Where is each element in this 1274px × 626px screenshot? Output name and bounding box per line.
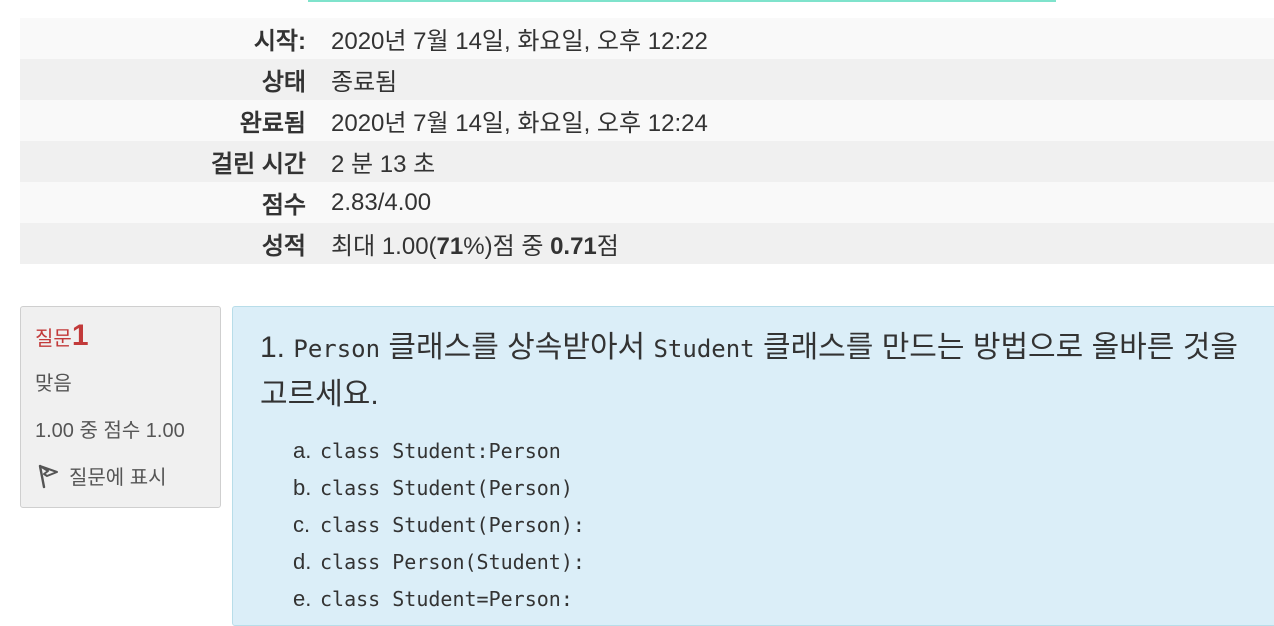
answer-option-b[interactable]: b. class Student(Person) (293, 469, 1264, 506)
question-text: 1. Person 클래스를 상속받아서 Student 클래스를 만드는 방법… (260, 325, 1250, 418)
question-info-panel: 질문1 맞음 1.00 중 점수 1.00 질문에 표시 (20, 306, 221, 508)
summary-label: 시작: (20, 18, 319, 59)
summary-label: 걸린 시간 (20, 141, 319, 182)
attempt-summary-table: 시작: 2020년 7월 14일, 화요일, 오후 12:22 상태 종료됨 완… (20, 18, 1274, 264)
summary-row-time-taken: 걸린 시간 2 분 13 초 (20, 141, 1274, 182)
summary-row-grade: 성적 최대 1.00(71%)점 중 0.71점 (20, 223, 1274, 264)
grade-suffix: 점 (596, 233, 619, 260)
question-code-person: Person (293, 335, 381, 363)
answer-letter: b. (293, 474, 312, 500)
answer-code: class Person(Student): (320, 549, 585, 574)
question-number-value: 1 (71, 319, 89, 352)
question-text-part: 클래스를 상속받아서 (380, 331, 654, 364)
answer-letter: c. (293, 511, 311, 537)
flag-icon (38, 464, 58, 488)
answer-option-c[interactable]: c. class Student(Person): (293, 506, 1264, 543)
question-state: 맞음 (35, 373, 72, 395)
summary-value: 2.83/4.00 (319, 182, 1274, 223)
grade-score: 0.71 (550, 233, 597, 260)
summary-row-started: 시작: 2020년 7월 14일, 화요일, 오후 12:22 (20, 18, 1274, 59)
flag-label: 질문에 표시 (69, 467, 167, 489)
question-code-student: Student (653, 335, 755, 363)
answer-code: class Student=Person: (320, 586, 573, 611)
answer-option-e[interactable]: e. class Student=Person: (293, 580, 1264, 617)
answer-option-d[interactable]: d. class Person(Student): (293, 543, 1264, 580)
summary-label: 점수 (20, 182, 319, 223)
grade-percent: 71 (436, 233, 464, 260)
summary-row-completed: 완료됨 2020년 7월 14일, 화요일, 오후 12:24 (20, 100, 1274, 141)
summary-value: 최대 1.00(71%)점 중 0.71점 (319, 223, 1274, 264)
summary-label: 상태 (20, 59, 319, 100)
summary-value: 2 분 13 초 (319, 141, 1274, 182)
grade-prefix: 최대 1.00( (331, 233, 437, 260)
answer-code: class Student(Person): (320, 512, 585, 537)
summary-value: 종료됨 (319, 59, 1274, 100)
answer-code: class Student:Person (320, 438, 561, 463)
summary-row-state: 상태 종료됨 (20, 59, 1274, 100)
answer-letter: a. (293, 437, 312, 463)
summary-value: 2020년 7월 14일, 화요일, 오후 12:22 (319, 18, 1274, 59)
question-formulation: 1. Person 클래스를 상속받아서 Student 클래스를 만드는 방법… (232, 306, 1274, 626)
flag-question-link[interactable]: 질문에 표시 (35, 461, 206, 490)
grade-mid: %)점 중 (463, 233, 551, 260)
summary-label: 성적 (20, 223, 319, 264)
answer-list: a. class Student:Person b. class Student… (260, 432, 1264, 617)
question-grade: 1.00 중 점수 1.00 (35, 420, 185, 442)
summary-row-marks: 점수 2.83/4.00 (20, 182, 1274, 223)
answer-option-a[interactable]: a. class Student:Person (293, 432, 1264, 469)
answer-letter: d. (293, 548, 312, 574)
question-text-number: 1. (260, 331, 286, 364)
summary-label: 완료됨 (20, 100, 319, 141)
top-accent-line (308, 0, 1056, 2)
answer-letter: e. (293, 585, 312, 611)
answer-code: class Student(Person) (320, 475, 573, 500)
summary-value: 2020년 7월 14일, 화요일, 오후 12:24 (319, 100, 1274, 141)
question-number: 질문1 (35, 319, 206, 353)
question-label: 질문 (35, 328, 72, 350)
